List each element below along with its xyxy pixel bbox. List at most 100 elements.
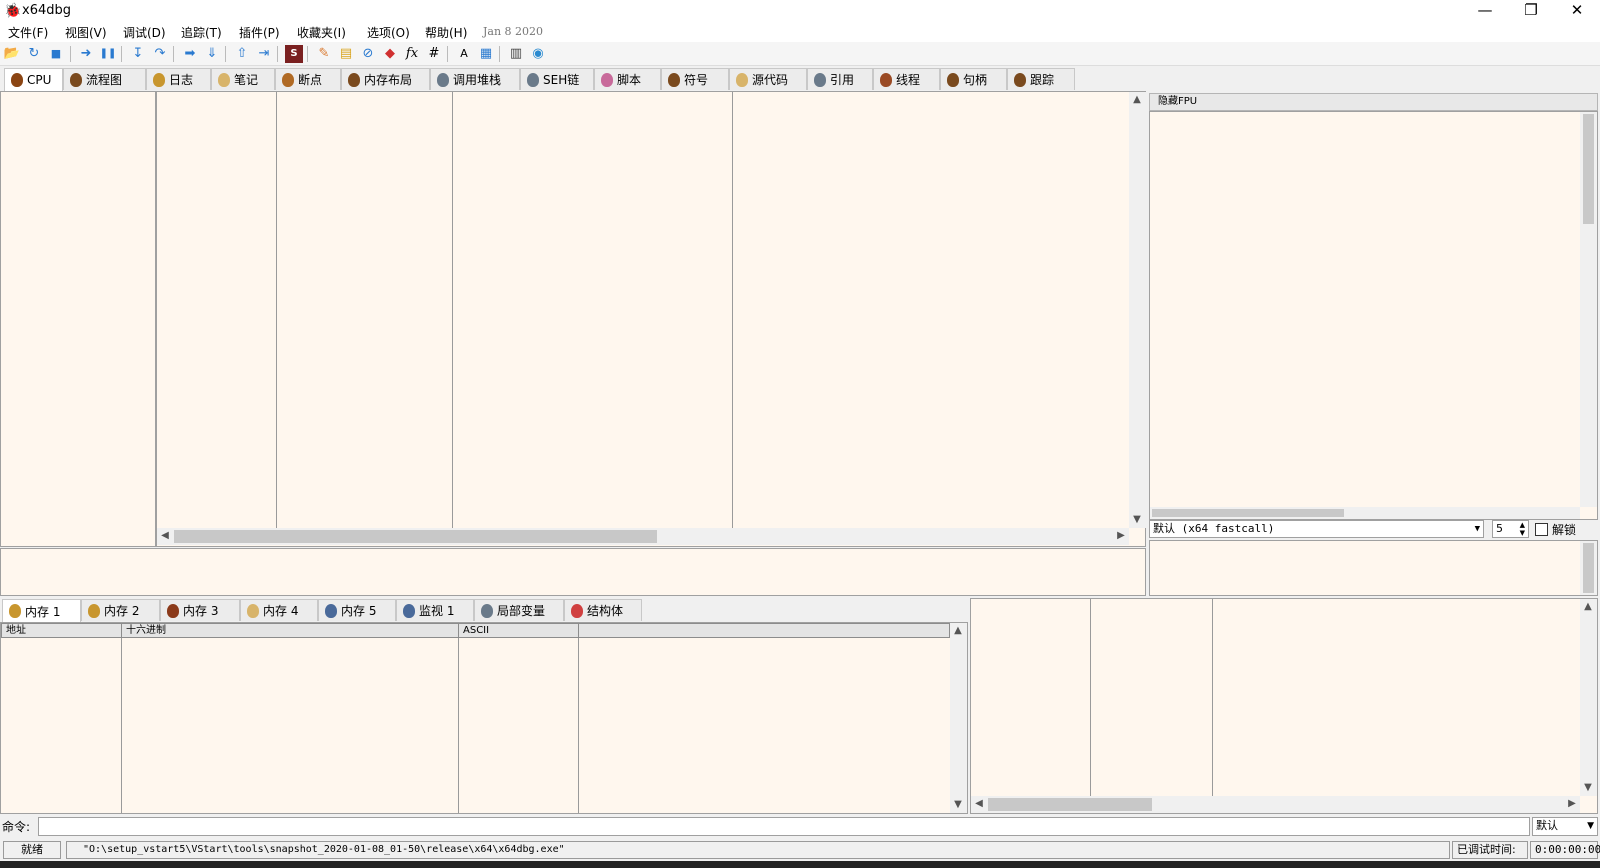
- spinner-arrows-icon[interactable]: ▲ ▼: [1520, 521, 1525, 537]
- column-header-ascii[interactable]: ASCII: [458, 623, 579, 638]
- scroll-left-icon[interactable]: ◀: [157, 528, 173, 544]
- calculator-icon[interactable]: ▦: [477, 45, 495, 63]
- open-folder-icon[interactable]: 📂: [3, 45, 21, 63]
- command-mode-select[interactable]: 默认 ▼: [1532, 817, 1598, 836]
- stop-icon[interactable]: ■: [47, 45, 65, 63]
- taskbar-edge: [0, 861, 1600, 868]
- tab-label: 线程: [896, 73, 921, 87]
- scroll-down-icon[interactable]: ▼: [950, 797, 966, 813]
- menu-plugins[interactable]: 插件(P): [239, 24, 280, 41]
- main-tab[interactable]: 断点: [275, 68, 341, 90]
- horizontal-scrollbar[interactable]: [1150, 507, 1580, 519]
- unlock-checkbox[interactable]: [1535, 523, 1548, 536]
- title-bar: 🐞 x64dbg — ❐ ✕: [0, 0, 1600, 22]
- column-header-hex[interactable]: 十六进制: [121, 623, 459, 638]
- dump-tab[interactable]: 监视 1: [396, 599, 474, 621]
- menu-view[interactable]: 视图(V): [65, 24, 107, 41]
- dump-tab[interactable]: 局部变量: [474, 599, 564, 621]
- scroll-right-icon[interactable]: ▶: [1113, 528, 1129, 544]
- scrollbar-thumb[interactable]: [1152, 509, 1344, 517]
- functions-icon[interactable]: fx: [403, 45, 421, 63]
- main-tab[interactable]: 引用: [807, 68, 873, 90]
- scroll-up-icon[interactable]: ▲: [1129, 92, 1145, 108]
- main-tab[interactable]: 日志: [146, 68, 211, 90]
- menu-favourites[interactable]: 收藏夹(I): [297, 24, 346, 41]
- main-tab[interactable]: 线程: [873, 68, 940, 90]
- scrollbar-thumb[interactable]: [988, 798, 1152, 811]
- labels-icon[interactable]: ⊘: [359, 45, 377, 63]
- main-tab[interactable]: 脚本: [594, 68, 661, 90]
- vertical-scrollbar[interactable]: ▲ ▼: [950, 623, 967, 813]
- hide-fpu-button[interactable]: 隐藏FPU: [1149, 93, 1598, 111]
- scroll-down-icon[interactable]: ▼: [1129, 512, 1145, 528]
- main-tab[interactable]: 跟踪: [1007, 68, 1075, 90]
- patch-icon[interactable]: ✎: [315, 45, 333, 63]
- execute-till-return-icon[interactable]: ⇧: [233, 45, 251, 63]
- menu-file[interactable]: 文件(F): [8, 24, 48, 41]
- strings-icon[interactable]: A: [455, 45, 473, 63]
- dump-tab[interactable]: 内存 3: [160, 599, 240, 621]
- scroll-left-icon[interactable]: ◀: [971, 796, 987, 812]
- dump-tab[interactable]: 内存 5: [318, 599, 396, 621]
- vertical-scrollbar[interactable]: [1580, 541, 1597, 595]
- step-into-icon[interactable]: ↧: [129, 45, 147, 63]
- arguments-pane[interactable]: [1149, 540, 1598, 596]
- main-tab[interactable]: CPU: [4, 68, 63, 91]
- registers-pane[interactable]: [1149, 111, 1598, 520]
- disassembly-pane[interactable]: ▲ ▼ ◀ ▶: [156, 91, 1146, 547]
- dump-tab[interactable]: 内存 4: [240, 599, 318, 621]
- dump-tab[interactable]: 内存 1: [2, 599, 81, 622]
- trace-over-icon[interactable]: ⇓: [203, 45, 221, 63]
- menu-help[interactable]: 帮助(H): [425, 24, 467, 41]
- main-tab[interactable]: 调用堆栈: [430, 68, 520, 90]
- scroll-right-icon[interactable]: ▶: [1564, 796, 1580, 812]
- pause-icon[interactable]: ❚❚: [99, 45, 117, 63]
- trace-into-icon[interactable]: ➡: [181, 45, 199, 63]
- restart-icon[interactable]: ↻: [25, 45, 43, 63]
- dump-tab[interactable]: 内存 2: [81, 599, 160, 621]
- horizontal-scrollbar[interactable]: ◀ ▶: [971, 796, 1580, 813]
- scrollbar-thumb[interactable]: [174, 530, 657, 543]
- stack-pane[interactable]: ▲ ▼ ◀ ▶: [970, 598, 1598, 814]
- menu-options[interactable]: 选项(O): [367, 24, 410, 41]
- scroll-up-icon[interactable]: ▲: [950, 623, 966, 639]
- menu-trace[interactable]: 追踪(T): [181, 24, 222, 41]
- main-tab[interactable]: 内存布局: [341, 68, 430, 90]
- main-tab[interactable]: 符号: [661, 68, 729, 90]
- main-tab[interactable]: SEH链: [520, 68, 594, 90]
- scrollbar-thumb[interactable]: [1583, 114, 1594, 224]
- run-icon[interactable]: ➜: [77, 45, 95, 63]
- command-input[interactable]: [38, 817, 1530, 836]
- minimize-button[interactable]: —: [1462, 0, 1508, 22]
- scroll-down-icon[interactable]: ▼: [1580, 780, 1596, 796]
- main-tab[interactable]: 笔记: [211, 68, 275, 90]
- toolbar-separator: [447, 46, 448, 62]
- close-button[interactable]: ✕: [1554, 0, 1600, 22]
- main-tab[interactable]: 源代码: [729, 68, 807, 90]
- dump-tab[interactable]: 结构体: [564, 599, 642, 621]
- vertical-scrollbar[interactable]: ▲ ▼: [1580, 599, 1597, 796]
- main-tab[interactable]: 流程图: [63, 68, 146, 90]
- calling-convention-select[interactable]: 默认 (x64 fastcall) ▼: [1149, 520, 1484, 538]
- cheatsheet-icon[interactable]: ◉: [529, 45, 547, 63]
- arg-count-spinbox[interactable]: 5 ▲ ▼: [1492, 520, 1529, 538]
- memory-icon[interactable]: ▥: [507, 45, 525, 63]
- restore-button[interactable]: ❐: [1508, 0, 1554, 22]
- horizontal-scrollbar[interactable]: ◀ ▶: [157, 528, 1129, 545]
- unlock-label: 解锁: [1552, 523, 1577, 537]
- vertical-scrollbar[interactable]: [1580, 112, 1597, 507]
- dump-pane[interactable]: 地址 十六进制 ASCII ▲ ▼: [0, 622, 968, 814]
- step-over-icon[interactable]: ↷: [151, 45, 169, 63]
- bookmarks-icon[interactable]: ◆: [381, 45, 399, 63]
- scrollbar-thumb[interactable]: [1583, 543, 1594, 593]
- column-header-address[interactable]: 地址: [1, 623, 122, 638]
- main-tab[interactable]: 句柄: [940, 68, 1007, 90]
- variables-icon[interactable]: #: [425, 45, 443, 63]
- column-header-extra[interactable]: [578, 623, 950, 638]
- scylla-icon[interactable]: S: [285, 45, 303, 63]
- run-to-user-code-icon[interactable]: ⇥: [255, 45, 273, 63]
- vertical-scrollbar[interactable]: ▲ ▼: [1129, 92, 1146, 528]
- comments-icon[interactable]: ▤: [337, 45, 355, 63]
- menu-debug[interactable]: 调试(D): [123, 24, 166, 41]
- scroll-up-icon[interactable]: ▲: [1580, 599, 1596, 615]
